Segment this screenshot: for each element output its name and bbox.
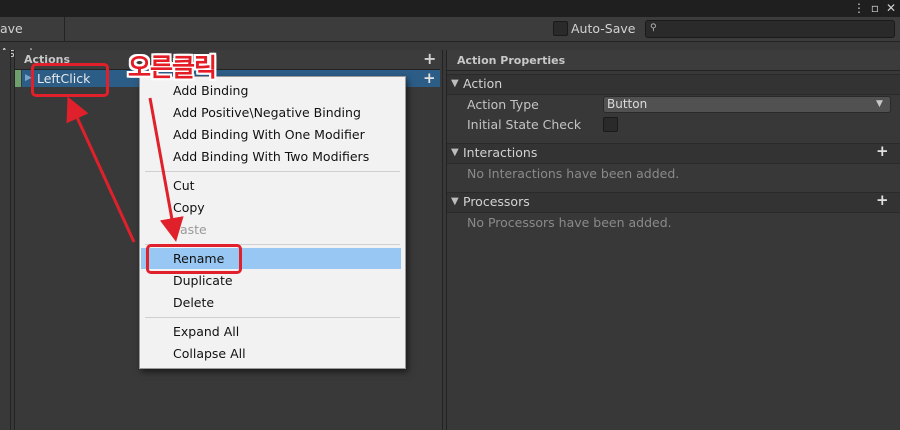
menu-item-expand-all[interactable]: Expand All	[173, 324, 239, 340]
annotation-box-rename	[146, 244, 242, 274]
interactions-empty-text: No Interactions have been added.	[467, 166, 680, 181]
menu-separator	[145, 317, 400, 318]
autosave-checkbox[interactable]	[553, 21, 568, 36]
menu-item-cut[interactable]: Cut	[173, 178, 195, 194]
window-title-strip	[0, 0, 900, 17]
initial-state-checkbox[interactable]	[603, 117, 618, 132]
add-interaction-plus-icon[interactable]: +	[876, 142, 889, 160]
menu-item-add-positive-negative-binding[interactable]: Add Positive\Negative Binding	[173, 105, 361, 121]
annotation-box-leftclick	[31, 63, 109, 97]
menu-item-add-binding[interactable]: Add Binding	[173, 83, 248, 99]
autosave-label: Auto-Save	[571, 21, 636, 36]
interactions-section-title: Interactions	[463, 145, 538, 160]
save-asset-button[interactable]: ave Asset	[0, 17, 65, 60]
menu-item-copy[interactable]: Copy	[173, 200, 205, 216]
menu-item-add-binding-two-modifiers[interactable]: Add Binding With Two Modifiers	[173, 149, 369, 165]
add-processor-plus-icon[interactable]: +	[876, 191, 889, 209]
menu-item-collapse-all[interactable]: Collapse All	[173, 346, 246, 362]
menu-item-paste: Paste	[173, 222, 207, 237]
maximize-icon[interactable]: ▫	[868, 1, 882, 15]
annotation-label: 오른클릭	[128, 53, 217, 82]
menu-item-duplicate[interactable]: Duplicate	[173, 273, 233, 289]
action-section-header[interactable]	[447, 74, 900, 95]
action-section-title: Action	[463, 76, 503, 91]
action-color-bar	[15, 70, 21, 87]
processors-empty-text: No Processors have been added.	[467, 215, 672, 230]
search-icon: ⚲	[650, 23, 657, 33]
initial-state-label: Initial State Check	[467, 117, 582, 132]
collapse-arrow-icon[interactable]: ▼	[451, 192, 459, 211]
collapse-arrow-icon[interactable]: ▼	[451, 143, 459, 162]
processors-section-title: Processors	[463, 194, 530, 209]
action-type-label: Action Type	[467, 97, 539, 112]
close-icon[interactable]: ✕	[884, 1, 898, 15]
menu-separator	[145, 171, 400, 172]
more-options-icon[interactable]: ⋮	[852, 1, 866, 15]
action-maps-pane	[0, 50, 11, 430]
add-action-plus-icon[interactable]: +	[423, 49, 436, 68]
add-binding-plus-icon[interactable]: +	[423, 69, 436, 87]
dropdown-arrow-icon: ▼	[876, 99, 883, 109]
properties-title: Action Properties	[457, 54, 566, 67]
action-type-value: Button	[607, 97, 648, 111]
menu-item-delete[interactable]: Delete	[173, 295, 214, 311]
search-input[interactable]	[645, 20, 895, 38]
collapse-arrow-icon[interactable]: ▼	[451, 74, 459, 93]
menu-item-add-binding-one-modifier[interactable]: Add Binding With One Modifier	[173, 127, 365, 143]
